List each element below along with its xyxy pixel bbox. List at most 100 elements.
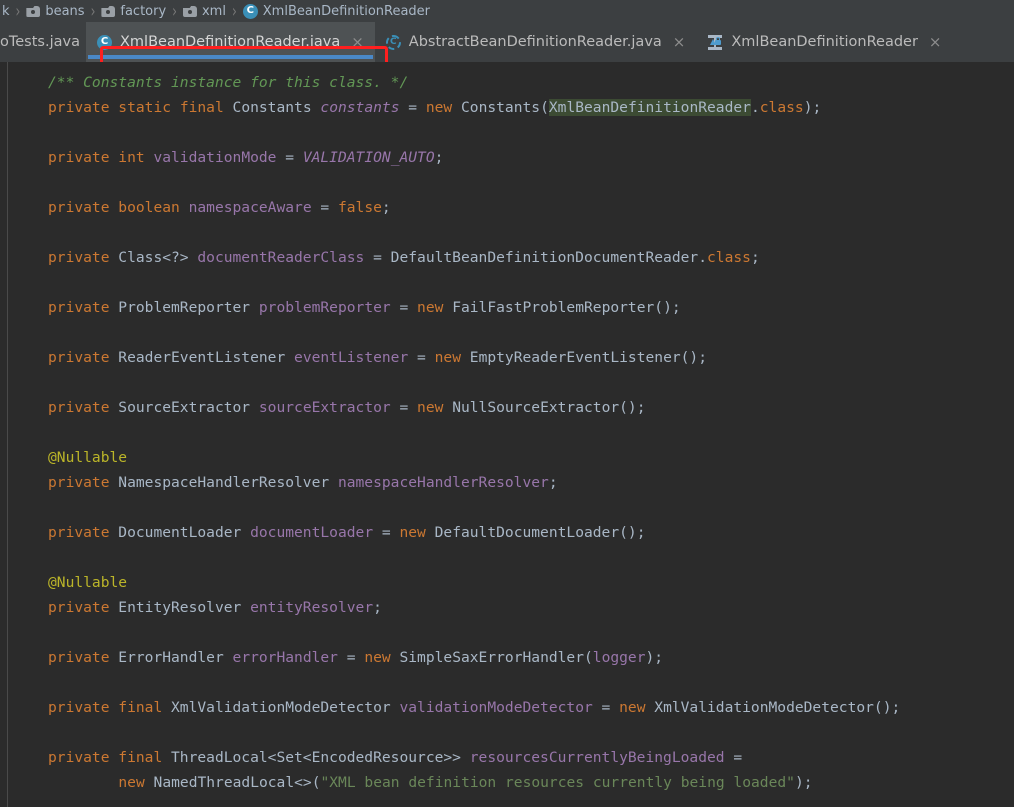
code-token: namespaceHandlerResolver <box>337 474 549 491</box>
tab-close-icon[interactable]: × <box>351 34 364 50</box>
editor-tab-otests-java[interactable]: oTests.java <box>0 22 86 62</box>
code-token: private <box>48 699 119 716</box>
code-token: documentReaderClass <box>197 249 365 266</box>
code-token: ; <box>548 474 558 491</box>
code-line: private ProblemReporter problemReporter … <box>0 295 900 320</box>
breadcrumb-item-label: xml <box>201 3 226 19</box>
code-token: namespaceAware <box>188 199 312 216</box>
code-token: new <box>417 299 453 316</box>
breadcrumb-separator: › <box>172 0 177 22</box>
breadcrumb-separator: › <box>90 0 96 22</box>
code-token: = <box>364 249 391 266</box>
code-token: private <box>48 349 119 366</box>
code-token: private <box>48 649 119 666</box>
tab-close-icon[interactable]: × <box>673 34 686 50</box>
breadcrumb-item-xmlbeandefinitionreader[interactable]: C XmlBeanDefinitionReader <box>241 3 432 19</box>
code-token: = <box>408 349 435 366</box>
code-token: = <box>373 524 400 541</box>
tab-label: oTests.java <box>0 33 80 50</box>
code-token: new <box>434 349 470 366</box>
code-token: ); <box>803 99 822 116</box>
code-token: = <box>592 699 620 716</box>
class-icon: C <box>242 3 258 19</box>
code-line: @Nullable <box>0 445 900 470</box>
tab-label: AbstractBeanDefinitionReader.java <box>408 33 662 50</box>
code-token: boolean <box>118 199 189 216</box>
code-line: private int validationMode = VALIDATION_… <box>0 145 900 170</box>
breadcrumb-item-xml[interactable]: xml <box>181 4 228 19</box>
package-icon <box>101 5 115 17</box>
code-line: private ReaderEventListener eventListene… <box>0 345 900 370</box>
code-token: @Nullable <box>48 574 128 591</box>
code-token: final <box>118 699 172 716</box>
code-token: = <box>390 299 418 316</box>
code-content[interactable]: /** Constants instance for this class. *… <box>0 62 900 795</box>
code-token: private <box>48 99 119 116</box>
code-token: private <box>48 474 119 491</box>
code-token: private <box>48 149 119 166</box>
code-line: private boolean namespaceAware = false; <box>0 195 900 220</box>
editor-tab-xmlbeandefinitionreader[interactable]: XmlBeanDefinitionReader × <box>696 22 952 62</box>
code-token: "XML bean definition resources currently… <box>320 774 795 791</box>
code-token: ProblemReporter <box>118 299 259 316</box>
code-token: private <box>48 524 119 541</box>
code-token: resourcesCurrentlyBeingLoaded <box>469 749 725 766</box>
breadcrumb-item-beans[interactable]: beans <box>24 4 86 19</box>
package-icon <box>26 5 40 17</box>
editor-tab-abstractbeandefinitionreader-java[interactable]: C AbstractBeanDefinitionReader.java × <box>375 22 697 62</box>
tab-label: XmlBeanDefinitionReader <box>731 33 918 50</box>
code-token: EmptyReaderEventListener(); <box>469 349 708 366</box>
code-token: private <box>48 299 119 316</box>
code-token: = <box>311 199 338 216</box>
code-token: ; <box>381 199 391 216</box>
tab-close-icon[interactable]: × <box>929 34 942 50</box>
breadcrumb-item-label: beans <box>45 3 85 19</box>
code-token: ThreadLocal<Set<EncodedResource>> <box>171 749 470 766</box>
code-line: private DocumentLoader documentLoader = … <box>0 520 900 545</box>
code-token: ReaderEventListener <box>118 349 295 366</box>
code-token: class <box>707 249 751 266</box>
code-token: /** Constants instance for this class. *… <box>48 74 409 91</box>
code-token: final <box>118 749 172 766</box>
breadcrumb-item-factory[interactable]: factory <box>99 4 168 19</box>
code-token: SimpleSaxErrorHandler( <box>399 649 593 666</box>
breadcrumb-separator: › <box>231 0 237 22</box>
code-token: new <box>399 524 435 541</box>
code-token: private <box>48 399 119 416</box>
code-token: problemReporter <box>258 299 391 316</box>
package-icon <box>183 5 197 17</box>
breadcrumb-item-k[interactable]: k <box>0 4 12 19</box>
editor-tab-xmlbeandefinitionreader-java[interactable]: C XmlBeanDefinitionReader.java × <box>85 22 375 62</box>
code-token: entityResolver <box>250 599 374 616</box>
code-token: XmlValidationModeDetector <box>171 699 400 716</box>
class-hierarchy-icon <box>707 34 723 50</box>
code-token: Constants <box>232 99 321 116</box>
code-token: @Nullable <box>48 449 128 466</box>
code-token: new <box>417 399 453 416</box>
code-token: new <box>118 774 154 791</box>
breadcrumb-item-label: factory <box>120 3 167 19</box>
code-token: class <box>759 99 804 116</box>
code-token: eventListener <box>294 349 409 366</box>
code-token: XmlValidationModeDetector(); <box>654 699 901 716</box>
code-token: . <box>698 249 707 266</box>
tab-label: XmlBeanDefinitionReader.java <box>119 33 341 50</box>
code-token: ErrorHandler <box>118 649 233 666</box>
code-token: new <box>619 699 655 716</box>
code-token: validationModeDetector <box>399 699 593 716</box>
code-token: static <box>118 99 180 116</box>
code-token: documentLoader <box>250 524 374 541</box>
code-token: FailFastProblemReporter(); <box>452 299 681 316</box>
code-token: ; <box>373 599 382 616</box>
abstract-class-icon: C <box>385 34 401 50</box>
code-token: = <box>337 649 365 666</box>
code-token: VALIDATION_AUTO <box>302 149 435 166</box>
code-editor[interactable]: /** Constants instance for this class. *… <box>0 62 1014 807</box>
